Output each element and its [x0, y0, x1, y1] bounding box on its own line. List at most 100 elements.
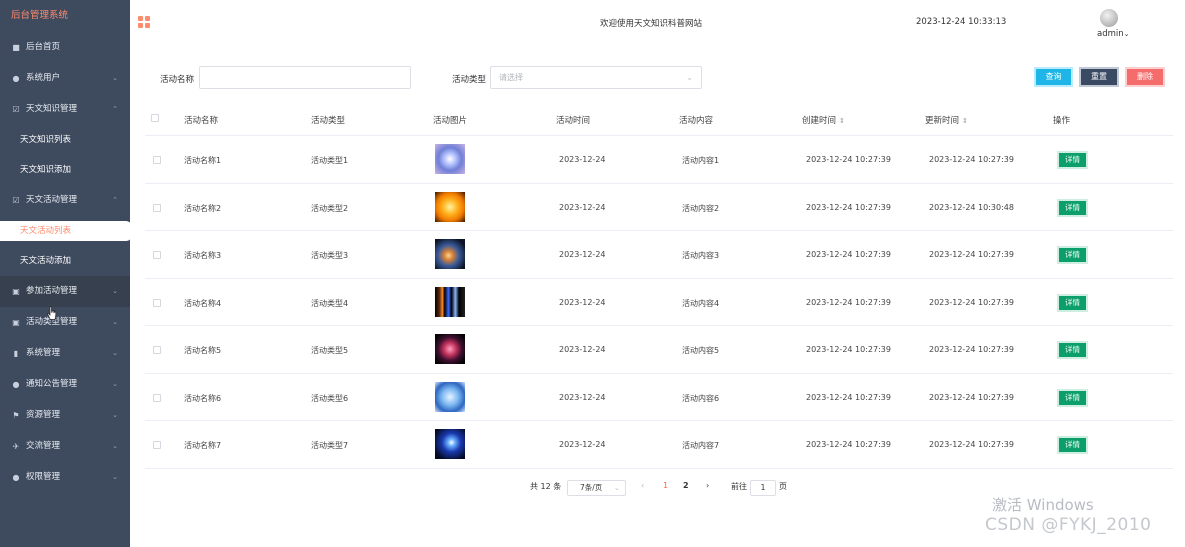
sidebar-subitem-activity-list[interactable]: 天文活动列表: [0, 221, 132, 241]
detail-button[interactable]: 详情: [1057, 341, 1088, 359]
goto-prefix: 前往: [731, 482, 747, 491]
prev-page-button[interactable]: ‹: [641, 481, 644, 490]
checkbox-icon: ☑: [12, 105, 20, 114]
sidebar-item-participation[interactable]: ▣ 参加活动管理 ⌄: [0, 276, 130, 307]
delete-button[interactable]: 删除: [1125, 67, 1165, 87]
sidebar-item-label: 交流管理: [26, 441, 61, 451]
chevron-down-icon: ⌄: [686, 73, 693, 82]
page-1-button[interactable]: 1: [663, 481, 668, 490]
detail-button[interactable]: 详情: [1057, 436, 1088, 454]
sidebar-item-activity-type[interactable]: ▣ 活动类型管理 ⌄: [0, 307, 130, 338]
sidebar-item-users[interactable]: ● 系统用户 ⌄: [0, 63, 130, 94]
mouse-cursor-icon: [47, 306, 57, 320]
sidebar-item-permission[interactable]: ● 权限管理 ⌄: [0, 462, 130, 493]
table-row: 活动名称5 活动类型5 2023-12-24 活动内容5 2023-12-24 10:2…: [145, 326, 1173, 374]
chevron-up-icon: ⌃: [112, 196, 118, 204]
cell-date: 2023-12-24: [559, 345, 606, 354]
sidebar-item-label: 天文知识管理: [26, 104, 78, 114]
list-icon: ▣: [12, 318, 20, 327]
cell-created: 2023-12-24 10:27:39: [806, 345, 891, 354]
site-title: 欢迎使用天文知识科普网站: [600, 19, 703, 29]
sidebar: 后台管理系统 ■ 后台首页 ● 系统用户 ⌄ ☑ 天文知识管理 ⌃ 天文知识列表…: [0, 0, 132, 547]
sidebar-item-knowledge[interactable]: ☑ 天文知识管理 ⌃: [0, 94, 130, 125]
activity-image: [435, 144, 465, 174]
cell-name: 活动名称6: [184, 393, 222, 403]
sidebar-subitem-knowledge-list[interactable]: 天文知识列表: [0, 125, 130, 155]
activity-type-select[interactable]: 请选择 ⌄: [490, 66, 702, 89]
sidebar-item-label: 系统管理: [26, 348, 61, 358]
cell-name: 活动名称1: [184, 156, 222, 165]
next-page-button[interactable]: ›: [706, 481, 709, 490]
send-icon: ✈: [12, 442, 20, 451]
row-checkbox[interactable]: [153, 156, 161, 164]
header-image: 活动图片: [433, 116, 468, 126]
sidebar-item-home[interactable]: ■ 后台首页: [0, 32, 130, 63]
cell-name: 活动名称7: [184, 441, 222, 450]
cell-updated: 2023-12-24 10:27:39: [929, 297, 1014, 307]
sidebar-item-label: 资源管理: [26, 410, 61, 420]
cell-date: 2023-12-24: [559, 155, 606, 164]
cell-updated: 2023-12-24 10:27:39: [929, 440, 1014, 449]
avatar[interactable]: [1100, 9, 1118, 27]
sidebar-item-resource[interactable]: ⚑ 资源管理 ⌄: [0, 400, 130, 431]
menu-toggle-icon[interactable]: [138, 16, 150, 28]
user-icon: ●: [12, 74, 20, 83]
sidebar-item-exchange[interactable]: ✈ 交流管理 ⌄: [0, 431, 130, 462]
query-button[interactable]: 查询: [1034, 67, 1073, 87]
cell-name: 活动名称3: [184, 251, 222, 260]
sidebar-item-system[interactable]: ▮ 系统管理 ⌄: [0, 338, 130, 369]
sidebar-item-notice[interactable]: ● 通知公告管理 ⌄: [0, 369, 130, 400]
detail-button[interactable]: 详情: [1057, 198, 1088, 217]
top-header: 欢迎使用天文知识科普网站 2023-12-24 10:33:13 admin⌄: [130, 0, 1185, 44]
sidebar-subitem-activity-add[interactable]: 天文活动添加: [0, 246, 130, 276]
row-checkbox[interactable]: [153, 203, 161, 212]
activity-name-input[interactable]: [199, 66, 411, 89]
cell-updated: 2023-12-24 10:27:39: [929, 250, 1014, 259]
row-checkbox[interactable]: [153, 251, 161, 259]
home-icon: ■: [12, 43, 20, 52]
cell-type: 活动类型3: [311, 251, 349, 260]
sort-icon[interactable]: ⇕: [839, 117, 845, 125]
pagination-total: 共 12 条: [530, 482, 562, 491]
header-updated[interactable]: 更新时间 ⇕: [925, 114, 968, 126]
datetime-display: 2023-12-24 10:33:13: [916, 17, 1007, 27]
chevron-down-icon: ⌄: [112, 411, 118, 419]
detail-button[interactable]: 详情: [1057, 246, 1088, 264]
user-name: admin: [1097, 29, 1124, 39]
sidebar-subitem-knowledge-add[interactable]: 天文知识添加: [0, 155, 130, 185]
page-size-select[interactable]: 7条/页 ⌄: [567, 480, 626, 496]
sort-icon[interactable]: ⇕: [962, 117, 968, 125]
reset-button[interactable]: 重置: [1079, 67, 1119, 87]
brand-title: 后台管理系统: [11, 10, 69, 21]
activity-image: [435, 381, 465, 412]
user-menu[interactable]: admin⌄: [1097, 29, 1130, 39]
header-created[interactable]: 创建时间 ⇕: [802, 114, 845, 126]
detail-button[interactable]: 详情: [1057, 151, 1088, 169]
cell-type: 活动类型5: [311, 346, 349, 355]
header-name: 活动名称: [184, 116, 219, 126]
cell-name: 活动名称4: [184, 298, 222, 308]
table-row: 活动名称2 活动类型2 2023-12-24 活动内容2 2023-12-24 10:2…: [145, 184, 1173, 231]
goto-page-input[interactable]: 1: [750, 480, 776, 496]
row-checkbox[interactable]: [153, 393, 161, 402]
windows-activation-watermark: 激活 Windows: [992, 496, 1094, 514]
row-checkbox[interactable]: [153, 298, 161, 307]
chevron-down-icon: ⌄: [613, 483, 620, 492]
detail-button[interactable]: 详情: [1057, 293, 1088, 312]
cell-created: 2023-12-24 10:27:39: [806, 297, 891, 307]
cell-created: 2023-12-24 10:27:39: [806, 155, 891, 164]
detail-button[interactable]: 详情: [1057, 388, 1088, 407]
cell-content: 活动内容1: [682, 156, 720, 165]
cell-updated: 2023-12-24 10:27:39: [929, 345, 1014, 354]
goto-suffix: 页: [779, 482, 787, 491]
row-checkbox[interactable]: [153, 346, 161, 354]
select-all-checkbox[interactable]: [151, 114, 159, 122]
cell-updated: 2023-12-24 10:27:39: [929, 155, 1014, 164]
cell-content: 活动内容2: [682, 203, 720, 213]
flag-icon: ⚑: [12, 411, 20, 420]
sidebar-item-activity[interactable]: ☑ 天文活动管理 ⌃: [0, 185, 130, 216]
page-2-button[interactable]: 2: [683, 481, 689, 490]
name-label: 活动名称: [160, 75, 195, 85]
table-row: 活动名称3 活动类型3 2023-12-24 活动内容3 2023-12-24 10:2…: [145, 231, 1173, 279]
row-checkbox[interactable]: [153, 441, 161, 449]
